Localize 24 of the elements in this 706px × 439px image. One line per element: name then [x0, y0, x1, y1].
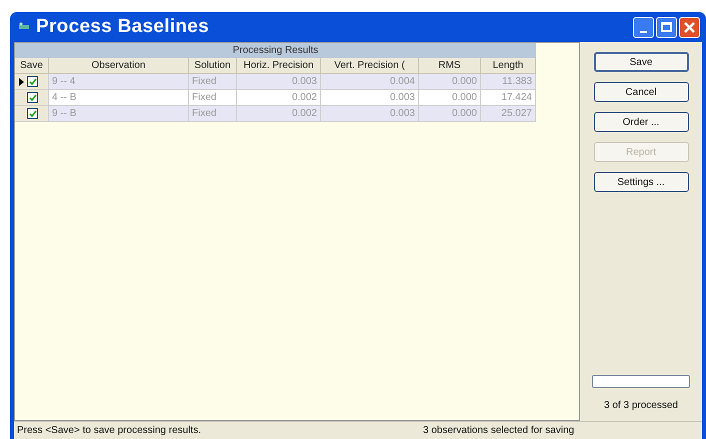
table-cell: 9 -- B [49, 106, 189, 122]
status-text: 3 observations selected for saving [422, 424, 574, 438]
table-cell: 0.000 [419, 106, 481, 122]
save-checkbox[interactable] [27, 92, 38, 103]
group-header: Processing Results [15, 43, 536, 58]
save-checkbox[interactable] [27, 108, 38, 119]
app-icon [18, 22, 30, 32]
dialog-button[interactable]: Cancel [594, 82, 688, 102]
dialog-button[interactable]: Settings ... [594, 172, 688, 192]
status-text: Press <Save> to save processing results. [16, 424, 202, 438]
table-cell: Fixed [189, 106, 237, 122]
close-button[interactable] [679, 16, 700, 38]
maximize-button[interactable] [656, 16, 677, 38]
dialog-button[interactable]: Order ... [594, 112, 688, 132]
close-icon [684, 22, 695, 32]
minimize-button[interactable] [633, 16, 654, 38]
table-cell: 0.002 [237, 106, 321, 122]
progress-text: 3 of 3 processed [604, 399, 678, 413]
save-checkbox[interactable] [27, 76, 38, 87]
row-pointer-icon [18, 78, 24, 86]
table-cell: 0.003 [321, 106, 419, 122]
table-cell: 25.027 [481, 106, 536, 122]
dialog-button[interactable]: Save [594, 52, 688, 72]
window-title: Process Baselines [36, 14, 210, 39]
